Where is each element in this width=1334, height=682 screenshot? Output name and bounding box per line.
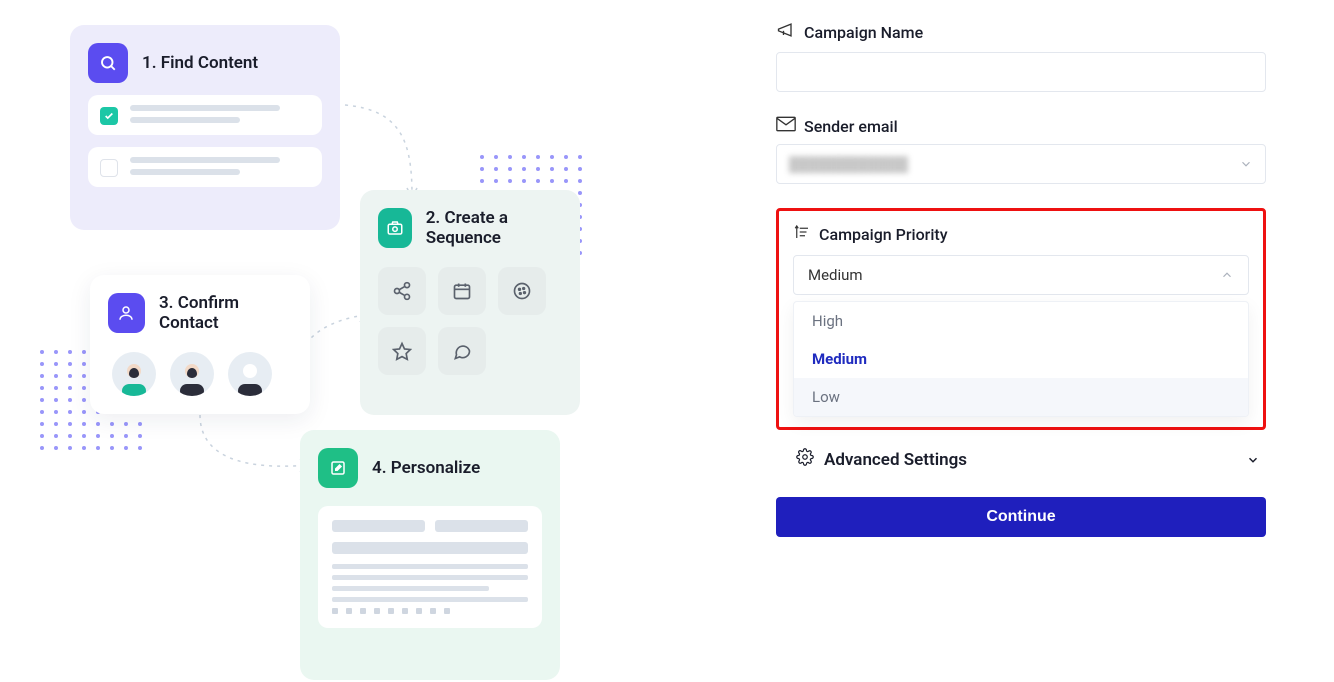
step-number: 3. <box>159 293 174 313</box>
field-label: Campaign Priority <box>793 223 1249 245</box>
step-title: 1. Find Content <box>142 53 258 73</box>
avatar <box>170 352 214 396</box>
camera-icon <box>378 208 412 248</box>
avatar <box>112 352 156 396</box>
star-icon <box>378 327 426 375</box>
advanced-settings-toggle[interactable]: Advanced Settings <box>790 448 1266 471</box>
campaign-name-field: Campaign Name <box>776 20 1266 92</box>
person-icon <box>108 293 145 333</box>
step-label: Personalize <box>391 458 481 478</box>
priority-option-medium[interactable]: Medium <box>794 340 1248 378</box>
avatar-row <box>108 352 292 396</box>
campaign-priority-label: Campaign Priority <box>819 225 948 244</box>
list-item <box>88 95 322 135</box>
chat-icon <box>438 327 486 375</box>
campaign-form: Campaign Name Sender email ████████████ … <box>776 20 1266 537</box>
step-number: 2. <box>426 208 441 228</box>
step-number: 4. <box>372 458 387 478</box>
mail-icon <box>776 116 796 136</box>
field-label: Sender email <box>776 116 1266 136</box>
step-label: Find Content <box>161 53 258 73</box>
priority-icon <box>793 223 811 245</box>
campaign-name-input[interactable] <box>776 52 1266 92</box>
calendar-icon <box>438 267 486 315</box>
placeholder-lines <box>130 157 280 175</box>
step-card-create-sequence: 2. Create a Sequence <box>360 190 580 415</box>
icon-grid <box>378 267 562 375</box>
step-title: 3. Confirm Contact <box>159 293 292 334</box>
campaign-name-label: Campaign Name <box>804 23 923 42</box>
campaign-priority-section: Campaign Priority Medium High Medium Low <box>776 208 1266 430</box>
document-preview <box>318 506 542 628</box>
continue-button[interactable]: Continue <box>776 497 1266 537</box>
step-title: 4. Personalize <box>372 458 480 478</box>
check-icon <box>100 107 118 125</box>
step-number: 1. <box>142 53 157 73</box>
sender-email-field: Sender email ████████████ <box>776 116 1266 184</box>
priority-dropdown: High Medium Low <box>793 301 1249 417</box>
cookie-icon <box>498 267 546 315</box>
advanced-settings-label: Advanced Settings <box>824 450 967 470</box>
sender-email-label: Sender email <box>804 117 898 136</box>
list-item <box>88 147 322 187</box>
priority-option-high[interactable]: High <box>794 302 1248 340</box>
sender-email-value: ████████████ <box>789 156 908 173</box>
field-label: Campaign Name <box>776 20 1266 44</box>
chevron-up-icon <box>1220 268 1234 282</box>
onboarding-illustration: 1. Find Content 2. Create a Sequence <box>40 20 640 680</box>
sender-email-select[interactable]: ████████████ <box>776 144 1266 184</box>
placeholder-lines <box>130 105 280 123</box>
gear-icon <box>796 448 814 471</box>
megaphone-icon <box>776 20 796 44</box>
step-title: 2. Create a Sequence <box>426 208 562 249</box>
share-icon <box>378 267 426 315</box>
chevron-down-icon <box>1246 453 1260 467</box>
edit-icon <box>318 448 358 488</box>
step-card-confirm-contact: 3. Confirm Contact <box>90 275 310 414</box>
step-card-personalize: 4. Personalize <box>300 430 560 680</box>
search-icon <box>88 43 128 83</box>
avatar <box>228 352 272 396</box>
toolbar-mini <box>332 608 528 614</box>
priority-selected-value: Medium <box>808 266 863 284</box>
step-card-find-content: 1. Find Content <box>70 25 340 230</box>
priority-option-low[interactable]: Low <box>794 378 1248 416</box>
checkbox-empty-icon <box>100 159 118 177</box>
campaign-priority-select[interactable]: Medium <box>793 255 1249 295</box>
chevron-down-icon <box>1239 157 1253 171</box>
